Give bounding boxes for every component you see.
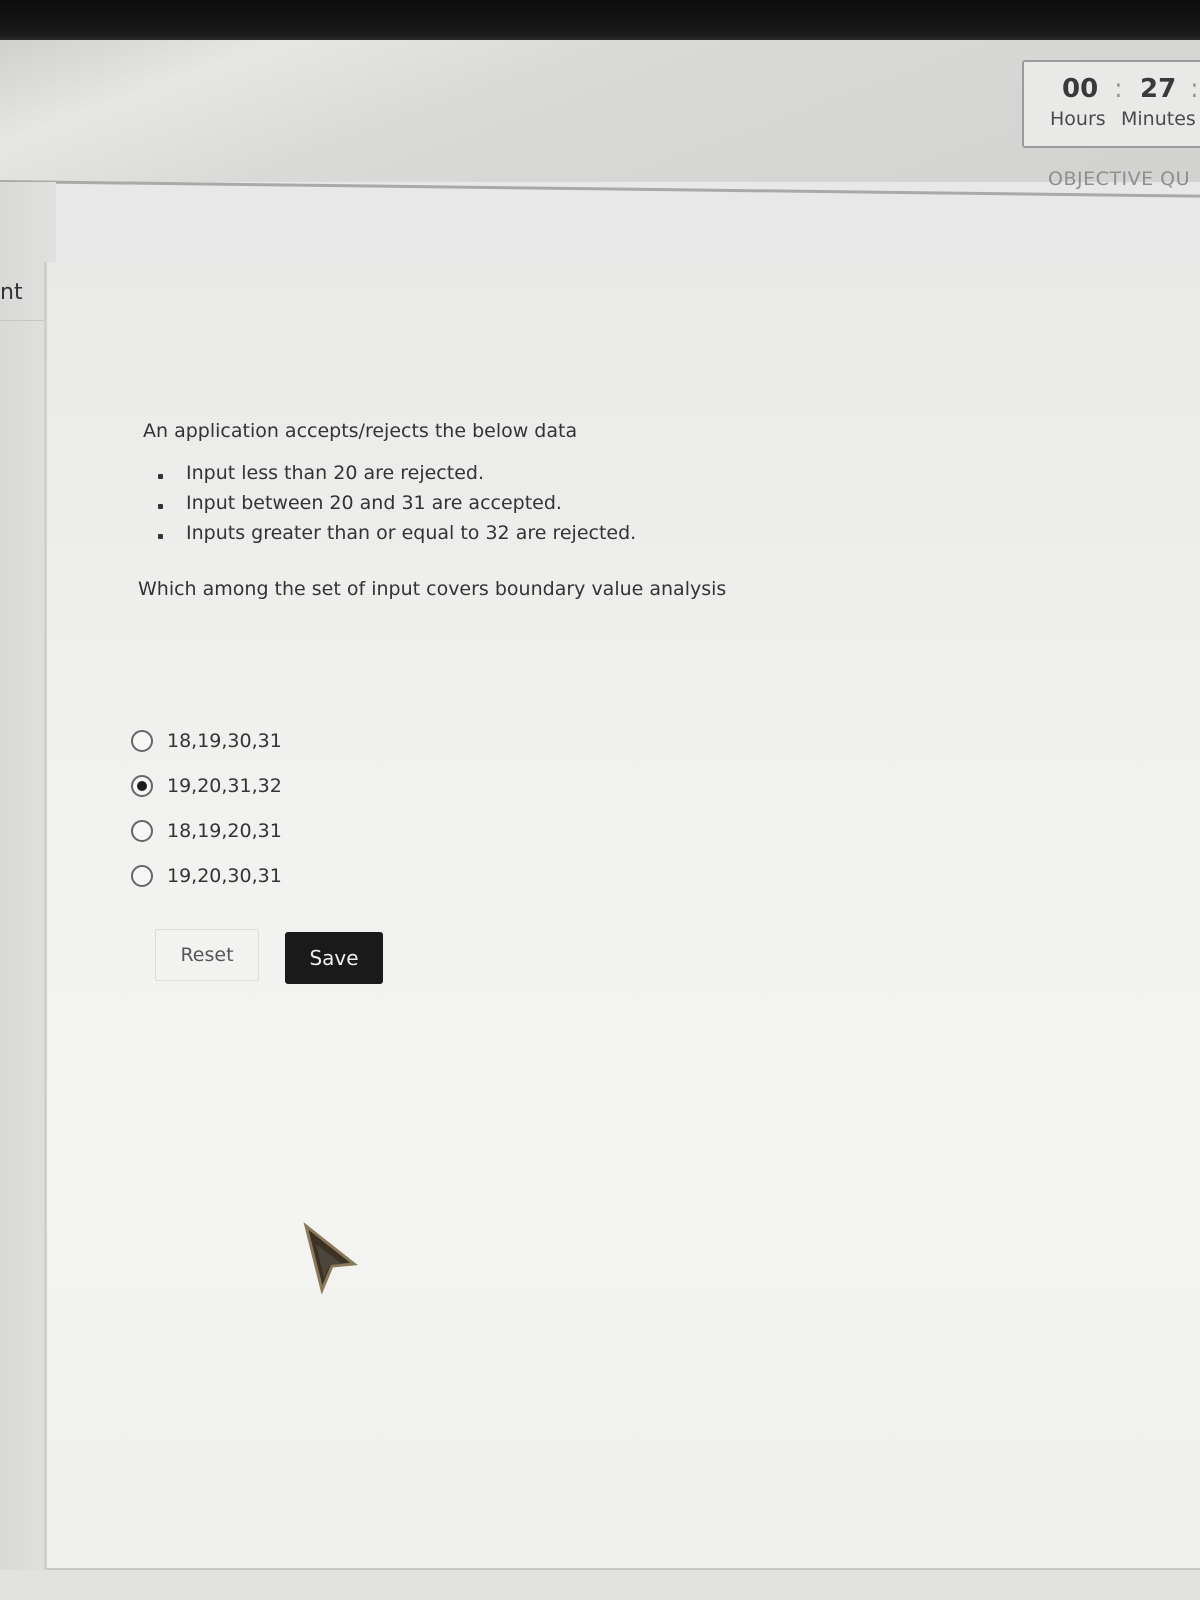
radio-button[interactable] [131,774,153,797]
timer-hours-label: Hours [1050,108,1106,130]
radio-button[interactable] [131,864,153,887]
condition-item: Input between 20 and 31 are accepted. [150,492,636,522]
question-panel [44,262,1200,1571]
sidebar-item-label[interactable]: nt [0,280,23,305]
mouse-pointer-icon [303,1222,358,1294]
option-label: 19,20,30,31 [167,864,282,887]
header-divider [0,180,1200,198]
reset-button[interactable]: Reset [155,929,259,981]
header-bar [0,40,1200,182]
option-label: 18,19,20,31 [167,819,282,842]
option-label: 19,20,31,32 [167,774,282,797]
question-prompt: Which among the set of input covers boun… [138,578,727,600]
page-footer [0,1570,1200,1600]
conditions-list: Input less than 20 are rejected. Input b… [150,462,636,552]
question-intro: An application accepts/rejects the below… [143,420,578,442]
timer-separator: : [1190,74,1199,104]
timer-separator: : [1114,74,1123,104]
option-label: 18,19,30,31 [167,729,282,752]
condition-item: Inputs greater than or equal to 32 are r… [150,522,636,552]
timer-minutes-label: Minutes [1121,108,1196,130]
answer-option[interactable]: 19,20,30,31 [131,853,282,898]
answer-options: 18,19,30,31 19,20,31,32 18,19,20,31 19,2… [131,718,282,898]
radio-button[interactable] [131,819,153,842]
condition-item: Input less than 20 are rejected. [150,462,636,492]
answer-option[interactable]: 18,19,20,31 [131,808,282,853]
countdown-timer: 00 : 27 : Hours Minutes [1022,60,1200,148]
radio-button[interactable] [131,729,153,752]
answer-option[interactable]: 19,20,31,32 [131,763,282,808]
timer-hours-value: 00 [1062,74,1099,104]
timer-minutes-value: 27 [1140,74,1177,104]
answer-option[interactable]: 18,19,30,31 [131,718,282,763]
save-button[interactable]: Save [285,932,383,984]
section-title: OBJECTIVE QU [1048,168,1190,190]
